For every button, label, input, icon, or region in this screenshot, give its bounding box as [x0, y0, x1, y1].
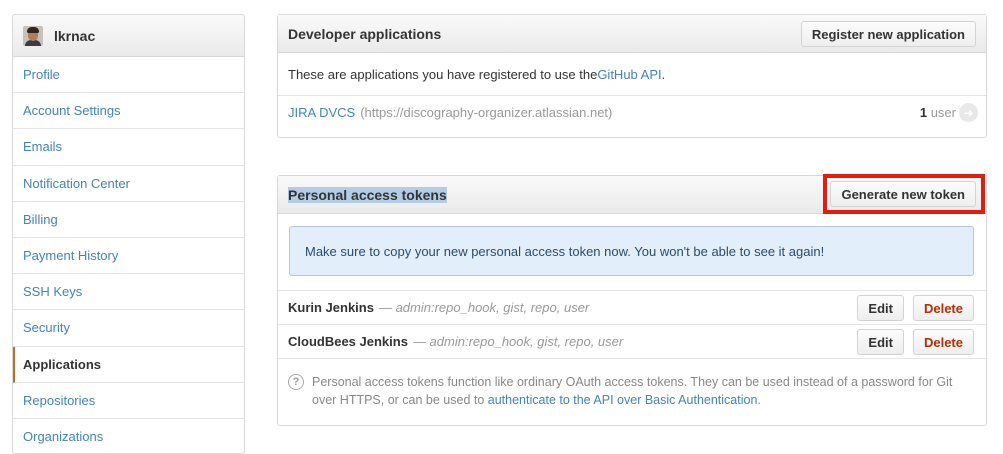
token-name: CloudBees Jenkins	[288, 334, 408, 349]
sidebar-item-account-settings[interactable]: Account Settings	[13, 93, 244, 130]
app-user-count: 1 user	[920, 105, 956, 120]
basic-auth-link[interactable]: authenticate to the API over Basic Authe…	[488, 393, 758, 407]
flash-notice: Make sure to copy your new personal acce…	[289, 226, 974, 276]
intro-text: These are applications you have register…	[288, 66, 598, 82]
user-count-label: user	[930, 105, 956, 120]
sidebar-item-payment-history[interactable]: Payment History	[13, 238, 244, 275]
settings-sidebar: lkrnac Profile Account Settings Emails N…	[12, 14, 245, 454]
sidebar-item-profile[interactable]: Profile	[13, 57, 244, 94]
list-item[interactable]: JIRA DVCS (https://discography-organizer…	[278, 96, 986, 129]
edit-token-button[interactable]: Edit	[857, 295, 904, 321]
tokens-help-text: ? Personal access tokens function like o…	[278, 358, 986, 416]
help-suffix: .	[757, 393, 761, 407]
sidebar-item-security[interactable]: Security	[13, 310, 244, 347]
arrow-right-icon[interactable]: ➜	[959, 103, 978, 122]
user-count-number: 1	[919, 105, 928, 120]
token-scopes: — admin:repo_hook, gist, repo, user	[378, 300, 590, 315]
highlight-annotation-box	[823, 174, 985, 214]
table-row: CloudBees Jenkins — admin:repo_hook, gis…	[278, 324, 986, 358]
sidebar-item-repositories[interactable]: Repositories	[13, 383, 244, 419]
app-name-link[interactable]: JIRA DVCS	[288, 105, 355, 120]
sidebar-item-applications[interactable]: Applications	[13, 346, 244, 383]
personal-access-tokens-title: Personal access tokens	[288, 186, 447, 203]
token-actions: Edit Delete	[857, 329, 974, 355]
token-scopes: — admin:repo_hook, gist, repo, user	[412, 334, 624, 349]
github-api-link[interactable]: GitHub API	[597, 67, 661, 82]
edit-token-button[interactable]: Edit	[857, 329, 904, 355]
token-actions: Edit Delete	[857, 295, 974, 321]
delete-token-button[interactable]: Delete	[912, 295, 974, 321]
sidebar-item-ssh-keys[interactable]: SSH Keys	[13, 274, 244, 311]
token-name: Kurin Jenkins	[288, 300, 374, 315]
sidebar-header[interactable]: lkrnac	[13, 15, 244, 57]
sidebar-item-billing[interactable]: Billing	[13, 202, 244, 238]
developer-applications-panel: Developer applications Register new appl…	[277, 14, 987, 138]
register-new-application-button[interactable]: Register new application	[800, 21, 976, 47]
developer-applications-intro: These are applications you have register…	[278, 53, 986, 96]
intro-suffix: .	[661, 66, 666, 82]
delete-token-button[interactable]: Delete	[912, 329, 974, 355]
app-url: (https://discography-organizer.atlassian…	[360, 105, 613, 120]
sidebar-item-notification-center[interactable]: Notification Center	[13, 166, 244, 202]
sidebar-item-emails[interactable]: Emails	[13, 129, 244, 166]
table-row: Kurin Jenkins — admin:repo_hook, gist, r…	[278, 290, 986, 324]
developer-applications-header: Developer applications Register new appl…	[278, 15, 986, 53]
avatar	[23, 25, 43, 46]
developer-applications-title: Developer applications	[288, 25, 442, 42]
question-icon: ?	[288, 374, 304, 390]
sidebar-item-organizations[interactable]: Organizations	[13, 419, 244, 453]
username: lkrnac	[54, 27, 96, 44]
